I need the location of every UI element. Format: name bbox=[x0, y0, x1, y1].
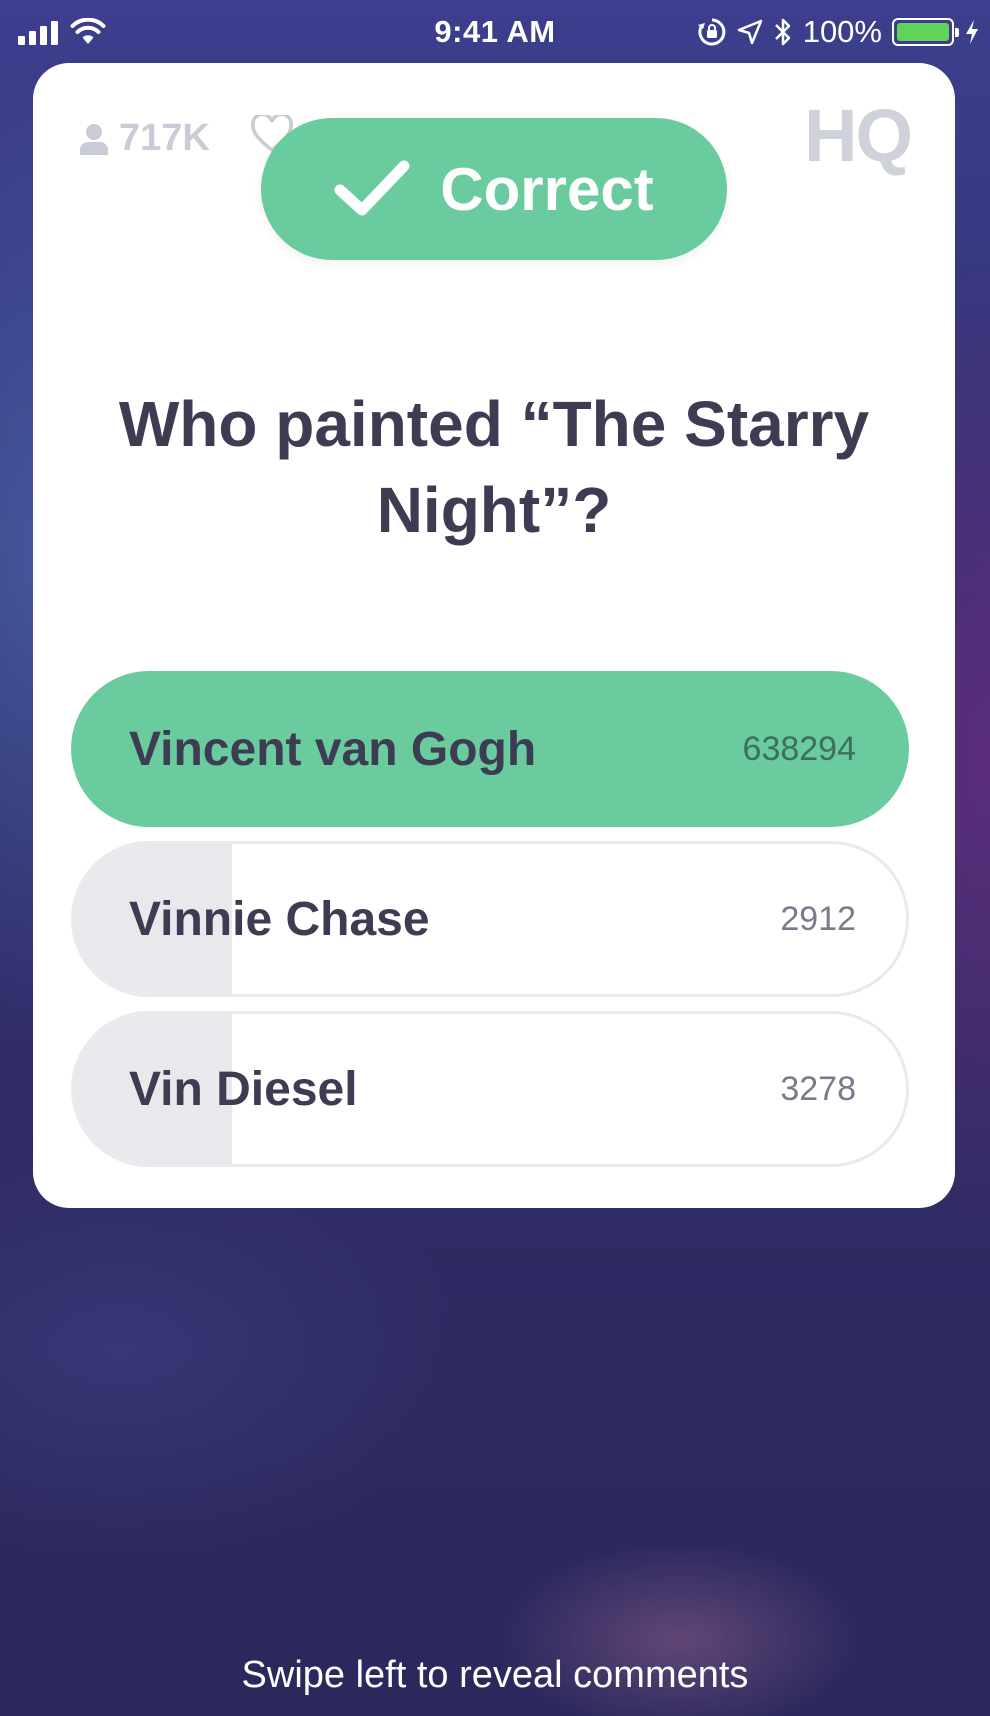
charging-icon bbox=[966, 20, 978, 44]
answer-count: 3278 bbox=[780, 1069, 856, 1108]
person-icon bbox=[80, 123, 108, 155]
viewer-count: 717K bbox=[79, 117, 210, 160]
swipe-hint: Swipe left to reveal comments bbox=[241, 1654, 749, 1696]
answer-count: 2912 bbox=[780, 899, 856, 938]
answer-label: Vinnie Chase bbox=[129, 892, 430, 946]
answer-option-3[interactable]: Vin Diesel 3278 bbox=[71, 1011, 909, 1167]
correct-banner: Correct bbox=[261, 118, 727, 260]
answer-label: Vin Diesel bbox=[129, 1062, 358, 1116]
bluetooth-icon bbox=[774, 18, 790, 46]
question-card: 717K HQ Correct Who painted “The Starry … bbox=[33, 63, 955, 1208]
status-bar: 9:41 AM 100% bbox=[0, 0, 990, 64]
viewer-count-text: 717K bbox=[119, 117, 210, 159]
hq-logo: HQ bbox=[804, 94, 913, 177]
battery-percent: 100% bbox=[802, 14, 882, 49]
battery-icon bbox=[892, 18, 959, 46]
battery-fill bbox=[897, 23, 949, 41]
game-screen: 9:41 AM 100% 717K HQ Correct Who painted… bbox=[0, 0, 990, 1716]
location-icon bbox=[737, 19, 762, 45]
checkmark-icon bbox=[334, 160, 410, 216]
question-text: Who painted “The Starry Night”? bbox=[118, 388, 870, 546]
answer-label: Vincent van Gogh bbox=[129, 722, 537, 776]
answer-count: 638294 bbox=[742, 729, 856, 768]
status-right: 100% bbox=[697, 14, 980, 50]
lock-rotation-icon bbox=[697, 18, 726, 46]
answer-list: Vincent van Gogh 638294 Vinnie Chase 291… bbox=[71, 671, 909, 1181]
answer-option-1[interactable]: Vincent van Gogh 638294 bbox=[71, 671, 909, 827]
correct-label: Correct bbox=[440, 155, 654, 223]
answer-option-2[interactable]: Vinnie Chase 2912 bbox=[71, 841, 909, 997]
